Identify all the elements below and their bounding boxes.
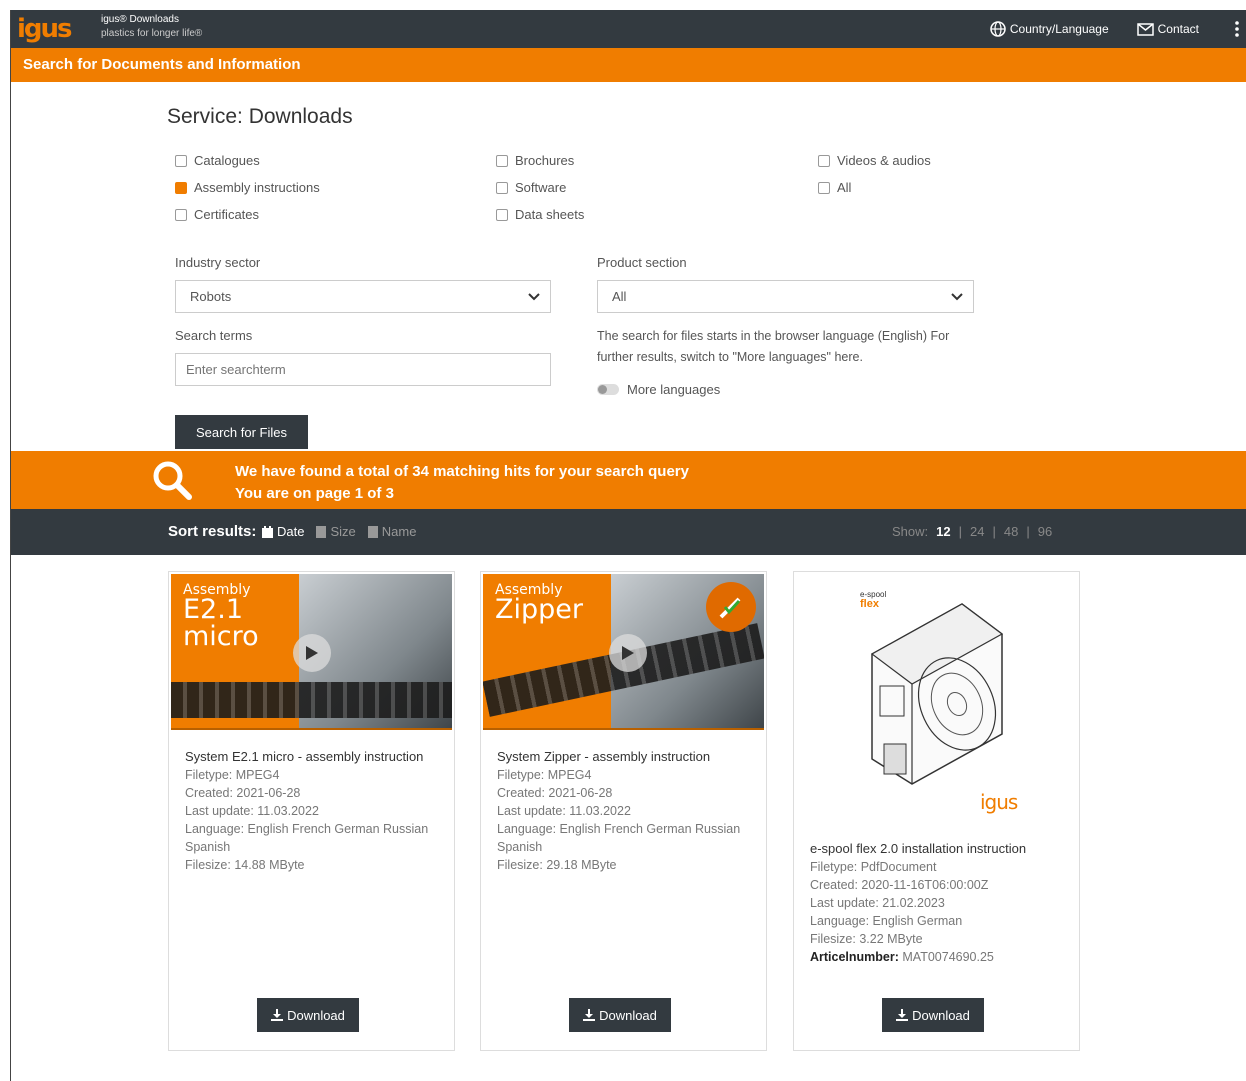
industry-sector-value: Robots (190, 289, 232, 304)
e-spool-product-image (870, 603, 1004, 785)
page-size-selector: Show: 12 | 24 | 48 | 96 (892, 524, 1053, 539)
page: igus igus® Downloads plastics for longer… (10, 10, 1246, 1081)
play-icon[interactable] (609, 634, 647, 672)
filter-brochures[interactable]: Brochures (496, 153, 574, 168)
file-icon (316, 525, 327, 538)
video-thumbnail[interactable]: Assembly Zipper (483, 574, 764, 730)
results-page: You are on page 1 of 3 (235, 485, 394, 502)
card-details: e-spool flex 2.0 installation instructio… (810, 840, 1072, 966)
filetype-filters: Catalogues Assembly instructions Certifi… (167, 153, 987, 233)
brand: igus® Downloads plastics for longer life… (101, 13, 202, 41)
checkbox[interactable] (175, 208, 187, 221)
checkbox-checked[interactable] (175, 181, 187, 194)
search-icon (153, 461, 192, 500)
filter-catalogues[interactable]: Catalogues (175, 153, 260, 168)
chevron-down-icon (528, 292, 540, 300)
download-button[interactable]: Download (257, 998, 359, 1032)
show-12[interactable]: 12 (936, 524, 950, 539)
results-message: We have found a total of 34 matching hit… (235, 461, 689, 505)
checkbox[interactable] (818, 154, 830, 167)
filter-all[interactable]: All (818, 180, 851, 195)
search-files-button[interactable]: Search for Files (175, 415, 308, 449)
play-icon[interactable] (293, 634, 331, 672)
download-button[interactable]: Download (882, 998, 984, 1032)
tool-check-icon (706, 582, 756, 632)
article-number: Articelnumber: MAT0074690.25 (810, 950, 994, 964)
globe-icon (990, 21, 1006, 37)
file-icon (367, 525, 378, 538)
show-96[interactable]: 96 (1038, 524, 1052, 539)
chevron-down-icon (951, 292, 963, 300)
download-button[interactable]: Download (569, 998, 671, 1032)
sort-by-date[interactable]: Date (262, 524, 304, 539)
checkbox[interactable] (496, 208, 508, 221)
toggle-switch[interactable] (597, 384, 619, 395)
sort-by-name[interactable]: Name (367, 524, 416, 539)
top-links: Country/Language Contact (990, 10, 1246, 48)
product-section-value: All (612, 289, 627, 304)
search-input[interactable] (175, 353, 551, 386)
product-section-select[interactable]: All (597, 280, 974, 313)
filter-assembly-instructions[interactable]: Assembly instructions (175, 180, 320, 195)
show-48[interactable]: 48 (1004, 524, 1018, 539)
igus-logo: igus (980, 790, 1018, 814)
filter-certificates[interactable]: Certificates (175, 207, 259, 222)
result-card: Assembly E2.1 micro System E2.1 micro - a… (168, 571, 455, 1051)
search-form: Service: Downloads Catalogues Assembly i… (167, 105, 987, 449)
calendar-icon (262, 525, 273, 538)
country-language-link[interactable]: Country/Language (990, 21, 1109, 37)
filter-data-sheets[interactable]: Data sheets (496, 207, 584, 222)
download-icon (271, 1009, 284, 1021)
filter-videos-audios[interactable]: Videos & audios (818, 153, 931, 168)
brand-title: igus® Downloads (101, 14, 179, 25)
page-title: Service: Downloads (167, 105, 353, 128)
more-languages-toggle[interactable]: More languages (597, 382, 720, 397)
brand-tagline: plastics for longer life® (101, 28, 203, 39)
show-24[interactable]: 24 (970, 524, 984, 539)
mail-icon (1136, 22, 1154, 36)
sort-by-size[interactable]: Size (316, 524, 356, 539)
card-title: System Zipper - assembly instruction (497, 749, 711, 764)
top-bar: igus igus® Downloads plastics for longer… (11, 10, 1246, 48)
country-language-label: Country/Language (1009, 22, 1109, 36)
download-icon (583, 1009, 596, 1021)
results-count: We have found a total of 34 matching hit… (235, 463, 689, 480)
industry-sector-select[interactable]: Robots (175, 280, 551, 313)
language-hint: The search for files starts in the brows… (597, 329, 950, 364)
download-icon (896, 1009, 909, 1021)
igus-logo[interactable]: igus (17, 15, 77, 43)
result-card: Assembly Zipper System Zipper - assembly… (480, 571, 767, 1051)
contact-label: Contact (1157, 22, 1199, 36)
document-thumbnail[interactable]: e-spool flex igus (794, 572, 1079, 832)
search-terms-label: Search terms (175, 328, 253, 343)
contact-link[interactable]: Contact (1136, 22, 1199, 36)
results-banner: We have found a total of 34 matching hit… (11, 451, 1246, 509)
card-title: e-spool flex 2.0 installation instructio… (810, 841, 1027, 856)
more-menu-icon[interactable] (1227, 10, 1246, 48)
checkbox[interactable] (175, 154, 187, 167)
result-card: e-spool flex igus e-spool flex 2.0 insta… (793, 571, 1080, 1051)
filter-software[interactable]: Software (496, 180, 566, 195)
show-label: Show: (892, 524, 929, 539)
checkbox[interactable] (496, 181, 508, 194)
sort-options: Date Size Name (262, 524, 428, 539)
video-thumbnail[interactable]: Assembly E2.1 micro (171, 574, 452, 730)
subbar-title: Search for Documents and Information (11, 48, 1246, 82)
sort-bar: Sort results: Date Size Name Show: 12 | 2… (11, 509, 1246, 555)
checkbox[interactable] (496, 154, 508, 167)
more-languages-label: More languages (627, 382, 721, 397)
checkbox[interactable] (818, 181, 830, 194)
card-title: System E2.1 micro - assembly instruction (185, 749, 424, 764)
card-details: System Zipper - assembly instruction Fil… (497, 748, 759, 874)
industry-sector-label: Industry sector (175, 255, 261, 270)
sort-label: Sort results: (168, 523, 257, 540)
product-section-label: Product section (597, 255, 687, 270)
card-details: System E2.1 micro - assembly instruction… (185, 748, 447, 874)
